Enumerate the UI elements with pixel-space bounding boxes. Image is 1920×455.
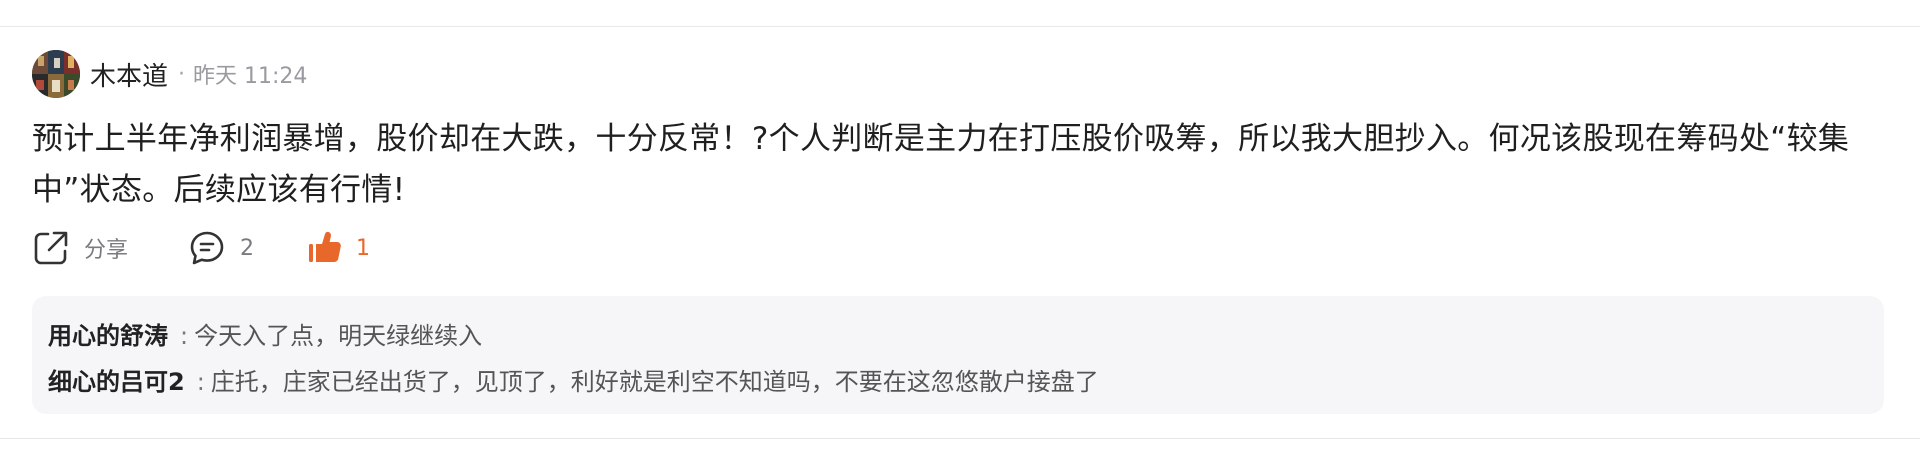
post-card: 木本道 · 昨天 11:24 预计上半年净利润暴增，股价却在大跌，十分反常！?个…	[32, 50, 1888, 265]
reply-item[interactable]: 细心的吕可2: 庄托，庄家已经出货了，见顶了，利好就是利空不知道吗，不要在这忽悠散…	[48, 362, 1099, 397]
reply-text: 今天入了点，明天绿继续入	[194, 322, 483, 350]
comment-icon	[188, 229, 226, 267]
bottom-divider	[0, 438, 1920, 439]
share-icon	[32, 229, 70, 267]
post-time: 昨天 11:24	[193, 64, 308, 89]
reply-preview-box[interactable]: 用心的舒涛: 今天入了点，明天绿继续入 细心的吕可2: 庄托，庄家已经出货了，见顶了…	[32, 296, 1884, 414]
top-divider	[0, 26, 1920, 27]
like-button[interactable]: 1	[306, 229, 370, 267]
thumbs-up-icon	[306, 229, 344, 267]
post-content: 预计上半年净利润暴增，股价却在大跌，十分反常！?个人判断是主力在打压股价吸筹，所…	[32, 121, 1850, 208]
reply-text: 庄托，庄家已经出货了，见顶了，利好就是利空不知道吗，不要在这忽悠散户接盘了	[210, 368, 1099, 396]
author-row: 木本道 · 昨天 11:24	[32, 50, 1888, 98]
reply-username[interactable]: 细心的吕可2	[48, 368, 185, 396]
avatar[interactable]	[32, 50, 80, 98]
author-name[interactable]: 木本道	[90, 56, 168, 93]
action-bar: 分享 2 1	[32, 228, 370, 268]
reply-item[interactable]: 用心的舒涛: 今天入了点，明天绿继续入	[48, 316, 482, 351]
avatar-image	[32, 50, 80, 98]
comment-count: 2	[240, 235, 255, 261]
reply-username[interactable]: 用心的舒涛	[48, 322, 168, 350]
share-label: 分享	[84, 238, 129, 263]
comment-button[interactable]: 2	[188, 229, 254, 267]
share-button[interactable]: 分享	[32, 229, 128, 267]
reply-separator: :	[180, 322, 189, 350]
like-count: 1	[356, 235, 371, 261]
meta-separator: ·	[178, 61, 186, 87]
reply-separator: :	[196, 368, 205, 396]
